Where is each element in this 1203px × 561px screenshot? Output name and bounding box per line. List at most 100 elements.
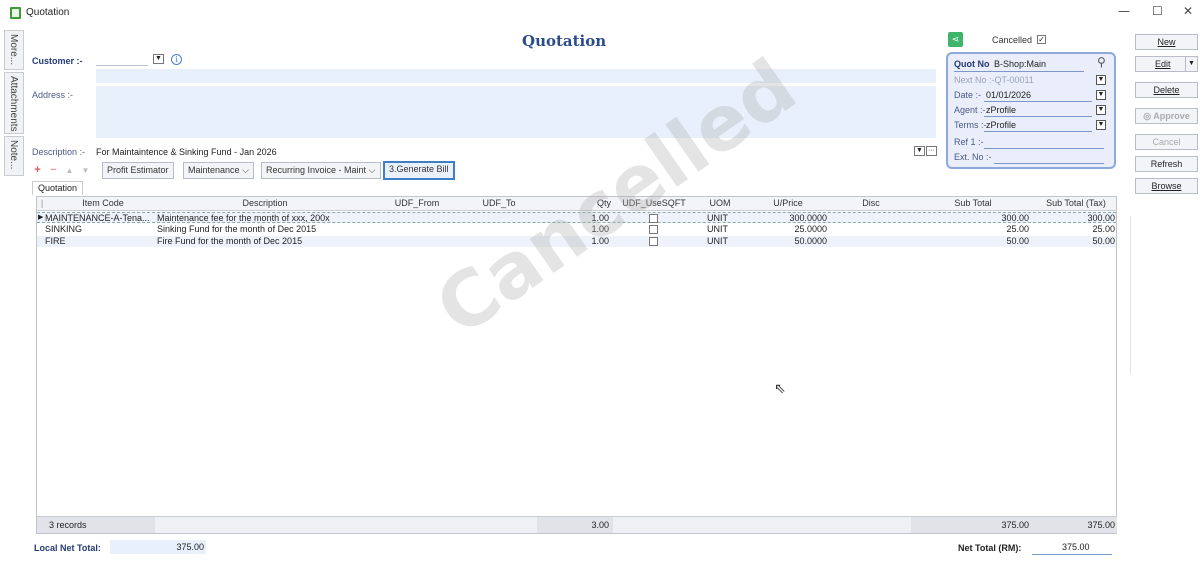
col-qty[interactable]: Qty: [537, 198, 613, 208]
net-total-value: 375.00: [1062, 542, 1090, 552]
add-row-icon[interactable]: +: [32, 165, 43, 176]
footer-sub-total-tax: 375.00: [1087, 520, 1115, 530]
cell-uom[interactable]: UNIT: [707, 224, 728, 234]
quot-no-value[interactable]: B-Shop:Main: [994, 59, 1046, 69]
customer-dropdown-icon[interactable]: ▼: [153, 54, 164, 64]
maximize-button[interactable]: ☐: [1152, 4, 1163, 18]
generate-bill-button[interactable]: 3.Generate Bill: [383, 161, 455, 180]
cell-item-code[interactable]: FIRE: [45, 236, 157, 246]
cell-qty[interactable]: 1.00: [537, 224, 609, 234]
cancelled-checkbox[interactable]: ✓: [1037, 35, 1046, 44]
chevron-down-icon: ⌵: [242, 165, 249, 175]
grid-footer: 3 records 3.00 375.00 375.00: [37, 516, 1117, 533]
table-row[interactable]: FIRE Fire Fund for the month of Dec 2015…: [37, 236, 1116, 247]
cell-item-code[interactable]: MAINTENANCE-A-Tena...: [45, 213, 157, 223]
next-no-label: Next No :-QT-00011: [954, 75, 1034, 85]
cell-sub-total-tax[interactable]: 300.00: [1035, 213, 1115, 223]
cell-uom[interactable]: UNIT: [707, 236, 728, 246]
col-sub-total[interactable]: Sub Total: [911, 198, 1035, 208]
chevron-down-icon: ⌵: [368, 165, 376, 175]
move-down-icon[interactable]: ▼: [80, 165, 91, 176]
window-title: Quotation: [26, 7, 70, 18]
cell-sub-total-tax[interactable]: 50.00: [1035, 236, 1115, 246]
cell-uprice[interactable]: 300.0000: [745, 213, 827, 223]
cell-qty[interactable]: 1.00: [537, 213, 609, 223]
cell-sub-total[interactable]: 25.00: [911, 224, 1029, 234]
delete-button[interactable]: Delete: [1135, 82, 1198, 98]
profit-estimator-button[interactable]: Profit Estimator: [102, 162, 174, 179]
terms-value[interactable]: zProfile: [986, 120, 1016, 130]
cell-uprice[interactable]: 25.0000: [745, 224, 827, 234]
terms-dropdown-icon[interactable]: ▼: [1096, 120, 1106, 130]
date-value[interactable]: 01/01/2026: [986, 90, 1031, 100]
new-button[interactable]: New: [1135, 34, 1198, 50]
ext-no-field[interactable]: [994, 163, 1104, 164]
cancelled-label: Cancelled: [992, 35, 1033, 45]
search-icon[interactable]: ⚲: [1097, 55, 1106, 69]
action-panel: New Edit ▼ Delete ◎ Approve Cancel Refre…: [1131, 26, 1203, 561]
grid-header: | Item Code Description UDF_From UDF_To …: [37, 197, 1116, 211]
col-sub-total-tax[interactable]: Sub Total (Tax): [1035, 198, 1117, 208]
browse-button[interactable]: Browse: [1135, 178, 1198, 194]
customer-name-field[interactable]: [96, 69, 936, 83]
col-uom[interactable]: UOM: [695, 198, 745, 208]
refresh-button[interactable]: Refresh: [1135, 156, 1198, 172]
approve-button[interactable]: ◎ Approve: [1135, 108, 1198, 124]
cell-qty[interactable]: 1.00: [537, 236, 609, 246]
terms-label: Terms :-: [954, 120, 987, 130]
cell-sub-total-tax[interactable]: 25.00: [1035, 224, 1115, 234]
date-dropdown-icon[interactable]: ▼: [1096, 90, 1106, 100]
tab-note[interactable]: Note...: [4, 136, 24, 176]
col-uprice[interactable]: U/Price: [745, 198, 831, 208]
agent-dropdown-icon[interactable]: ▼: [1096, 105, 1106, 115]
cell-description[interactable]: Sinking Fund for the month of Dec 2015: [157, 224, 373, 234]
recurring-invoice-dropdown[interactable]: Recurring Invoice - Maint ⌵: [261, 162, 381, 179]
mouse-cursor-icon: ⇖: [774, 380, 786, 396]
info-icon[interactable]: i: [171, 54, 182, 65]
local-net-total-field: 375.00: [110, 540, 206, 554]
edit-button[interactable]: Edit ▼: [1135, 56, 1198, 72]
agent-value[interactable]: zProfile: [986, 105, 1016, 115]
tab-quotation[interactable]: Quotation: [32, 181, 84, 195]
minimize-button[interactable]: —: [1118, 4, 1130, 18]
col-description[interactable]: Description: [157, 198, 373, 208]
table-row[interactable]: SINKING Sinking Fund for the month of De…: [37, 224, 1116, 235]
ref1-field[interactable]: [984, 148, 1104, 149]
cell-sub-total[interactable]: 300.00: [911, 213, 1029, 223]
address-field[interactable]: [96, 86, 936, 138]
next-no-dropdown-icon[interactable]: ▼: [1096, 75, 1106, 85]
cell-uprice[interactable]: 50.0000: [745, 236, 827, 246]
tab-attachments[interactable]: Attachments: [4, 72, 24, 134]
cell-use-sqft-checkbox[interactable]: [649, 237, 658, 246]
cell-item-code[interactable]: SINKING: [45, 224, 157, 234]
cell-use-sqft-checkbox[interactable]: [649, 214, 658, 223]
move-up-icon[interactable]: ▲: [64, 165, 75, 176]
col-udf-to[interactable]: UDF_To: [461, 198, 537, 208]
description-value[interactable]: For Maintaintence & Sinking Fund - Jan 2…: [96, 147, 277, 157]
cell-description[interactable]: Maintenance fee for the month of xxx, 20…: [157, 213, 373, 223]
maintenance-dropdown[interactable]: Maintenance ⌵: [183, 162, 254, 179]
cancel-button[interactable]: Cancel: [1135, 134, 1198, 150]
close-button[interactable]: ✕: [1183, 4, 1193, 18]
tab-more[interactable]: More...: [4, 30, 24, 70]
delete-row-icon[interactable]: −: [48, 165, 59, 176]
footer-sub-total: 375.00: [1001, 520, 1029, 530]
share-icon[interactable]: ⋖: [948, 32, 963, 47]
quotation-form: Quotation Customer :- ▼ i Address :- Des…: [26, 26, 1128, 561]
cell-description[interactable]: Fire Fund for the month of Dec 2015: [157, 236, 373, 246]
cell-use-sqft-checkbox[interactable]: [649, 225, 658, 234]
col-udf-usesqft[interactable]: UDF_UseSQFT: [613, 198, 695, 208]
table-row[interactable]: ▶ MAINTENANCE-A-Tena... Maintenance fee …: [37, 212, 1116, 223]
quot-no-label: Quot No: [954, 59, 990, 69]
ref1-label: Ref 1 :-: [954, 137, 984, 147]
address-label: Address :-: [32, 90, 74, 100]
cell-sub-total[interactable]: 50.00: [911, 236, 1029, 246]
col-item-code[interactable]: Item Code: [49, 198, 157, 208]
edit-dropdown-icon[interactable]: ▼: [1185, 57, 1197, 71]
description-dropdown-icon[interactable]: ▼: [914, 146, 925, 156]
cell-uom[interactable]: UNIT: [707, 213, 728, 223]
customer-input[interactable]: [96, 52, 148, 66]
description-more-button[interactable]: ···: [926, 146, 937, 156]
col-disc[interactable]: Disc: [831, 198, 911, 208]
col-udf-from[interactable]: UDF_From: [373, 198, 461, 208]
